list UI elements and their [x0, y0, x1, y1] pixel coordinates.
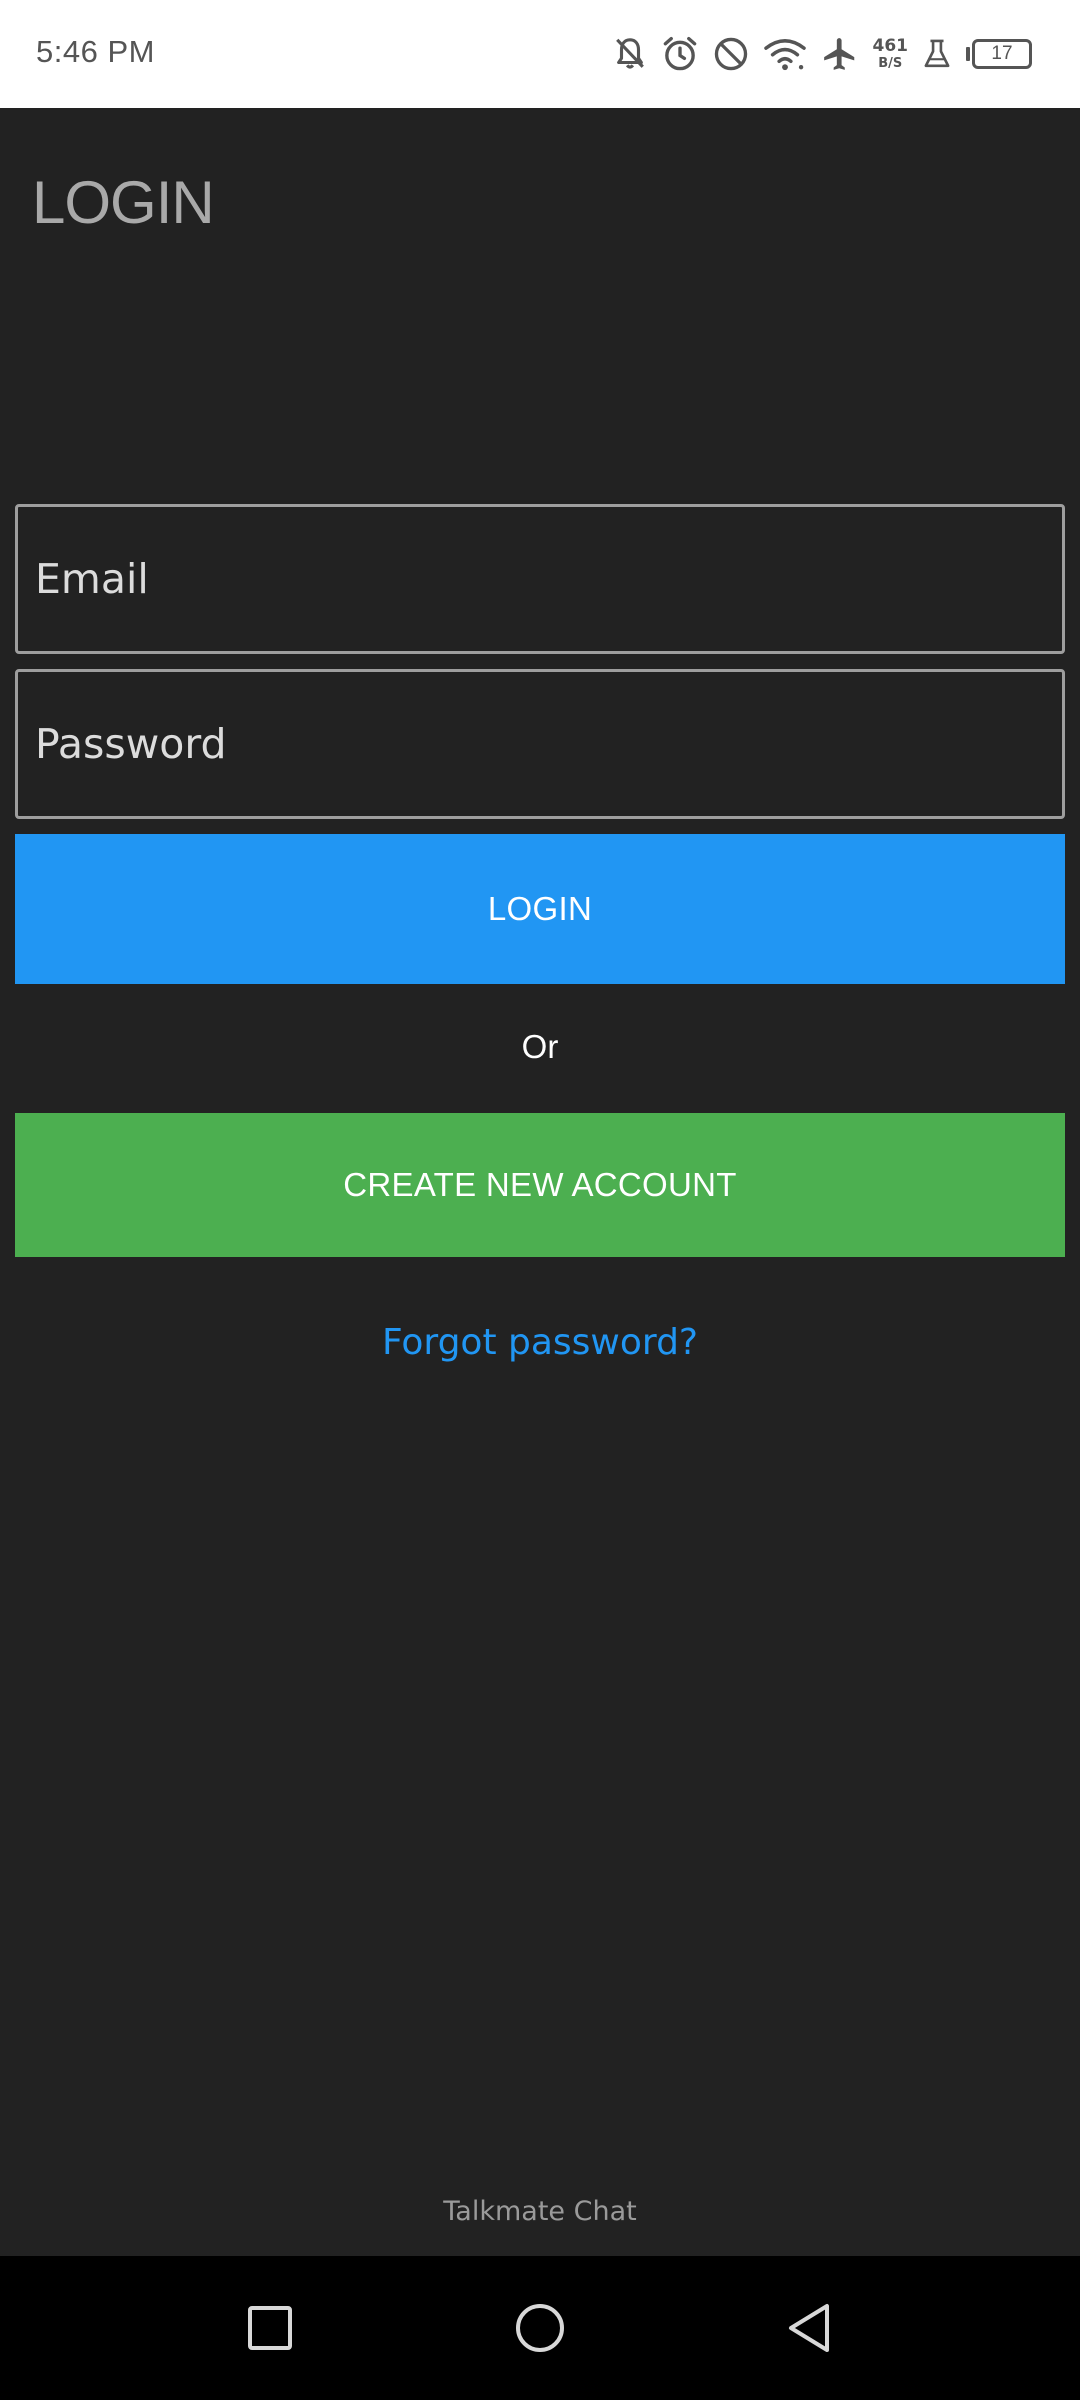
password-input[interactable]: [18, 672, 1062, 816]
navigation-bar: [0, 2256, 1080, 2400]
email-field[interactable]: [15, 504, 1065, 654]
email-input[interactable]: [18, 507, 1062, 651]
app-name-footer: Talkmate Chat: [443, 2196, 637, 2227]
home-button[interactable]: [510, 2298, 570, 2358]
home-circle-icon: [516, 2304, 564, 2352]
back-button[interactable]: [780, 2298, 840, 2358]
create-account-button[interactable]: CREATE NEW ACCOUNT: [15, 1113, 1065, 1257]
do-not-disturb-icon: [713, 36, 749, 72]
wifi-icon: [763, 35, 807, 73]
network-speed: 461 B/S: [872, 36, 909, 71]
login-button[interactable]: LOGIN: [15, 834, 1065, 984]
back-triangle-icon: [789, 2304, 829, 2352]
page-title: LOGIN: [32, 169, 215, 236]
battery-level: 17: [991, 43, 1013, 64]
network-speed-unit: B/S: [878, 56, 903, 71]
status-bar: 5:46 PM 461 B/S 17: [0, 0, 1080, 108]
lab-flask-icon: [922, 37, 952, 71]
battery-tip: [966, 47, 970, 61]
forgot-password-link[interactable]: Forgot password?: [0, 1322, 1080, 1363]
battery-body: 17: [972, 39, 1032, 69]
alarm-icon: [661, 35, 699, 73]
battery-icon: 17: [966, 39, 1032, 69]
recents-square-icon: [248, 2306, 292, 2350]
or-divider-text: Or: [521, 1028, 559, 1065]
password-field[interactable]: [15, 669, 1065, 819]
airplane-mode-icon: [821, 35, 859, 73]
network-speed-value: 461: [872, 36, 909, 56]
status-icons: 461 B/S 17: [613, 30, 1032, 78]
notifications-off-icon: [613, 35, 647, 73]
recents-button[interactable]: [240, 2298, 300, 2358]
status-time: 5:46 PM: [36, 34, 155, 69]
